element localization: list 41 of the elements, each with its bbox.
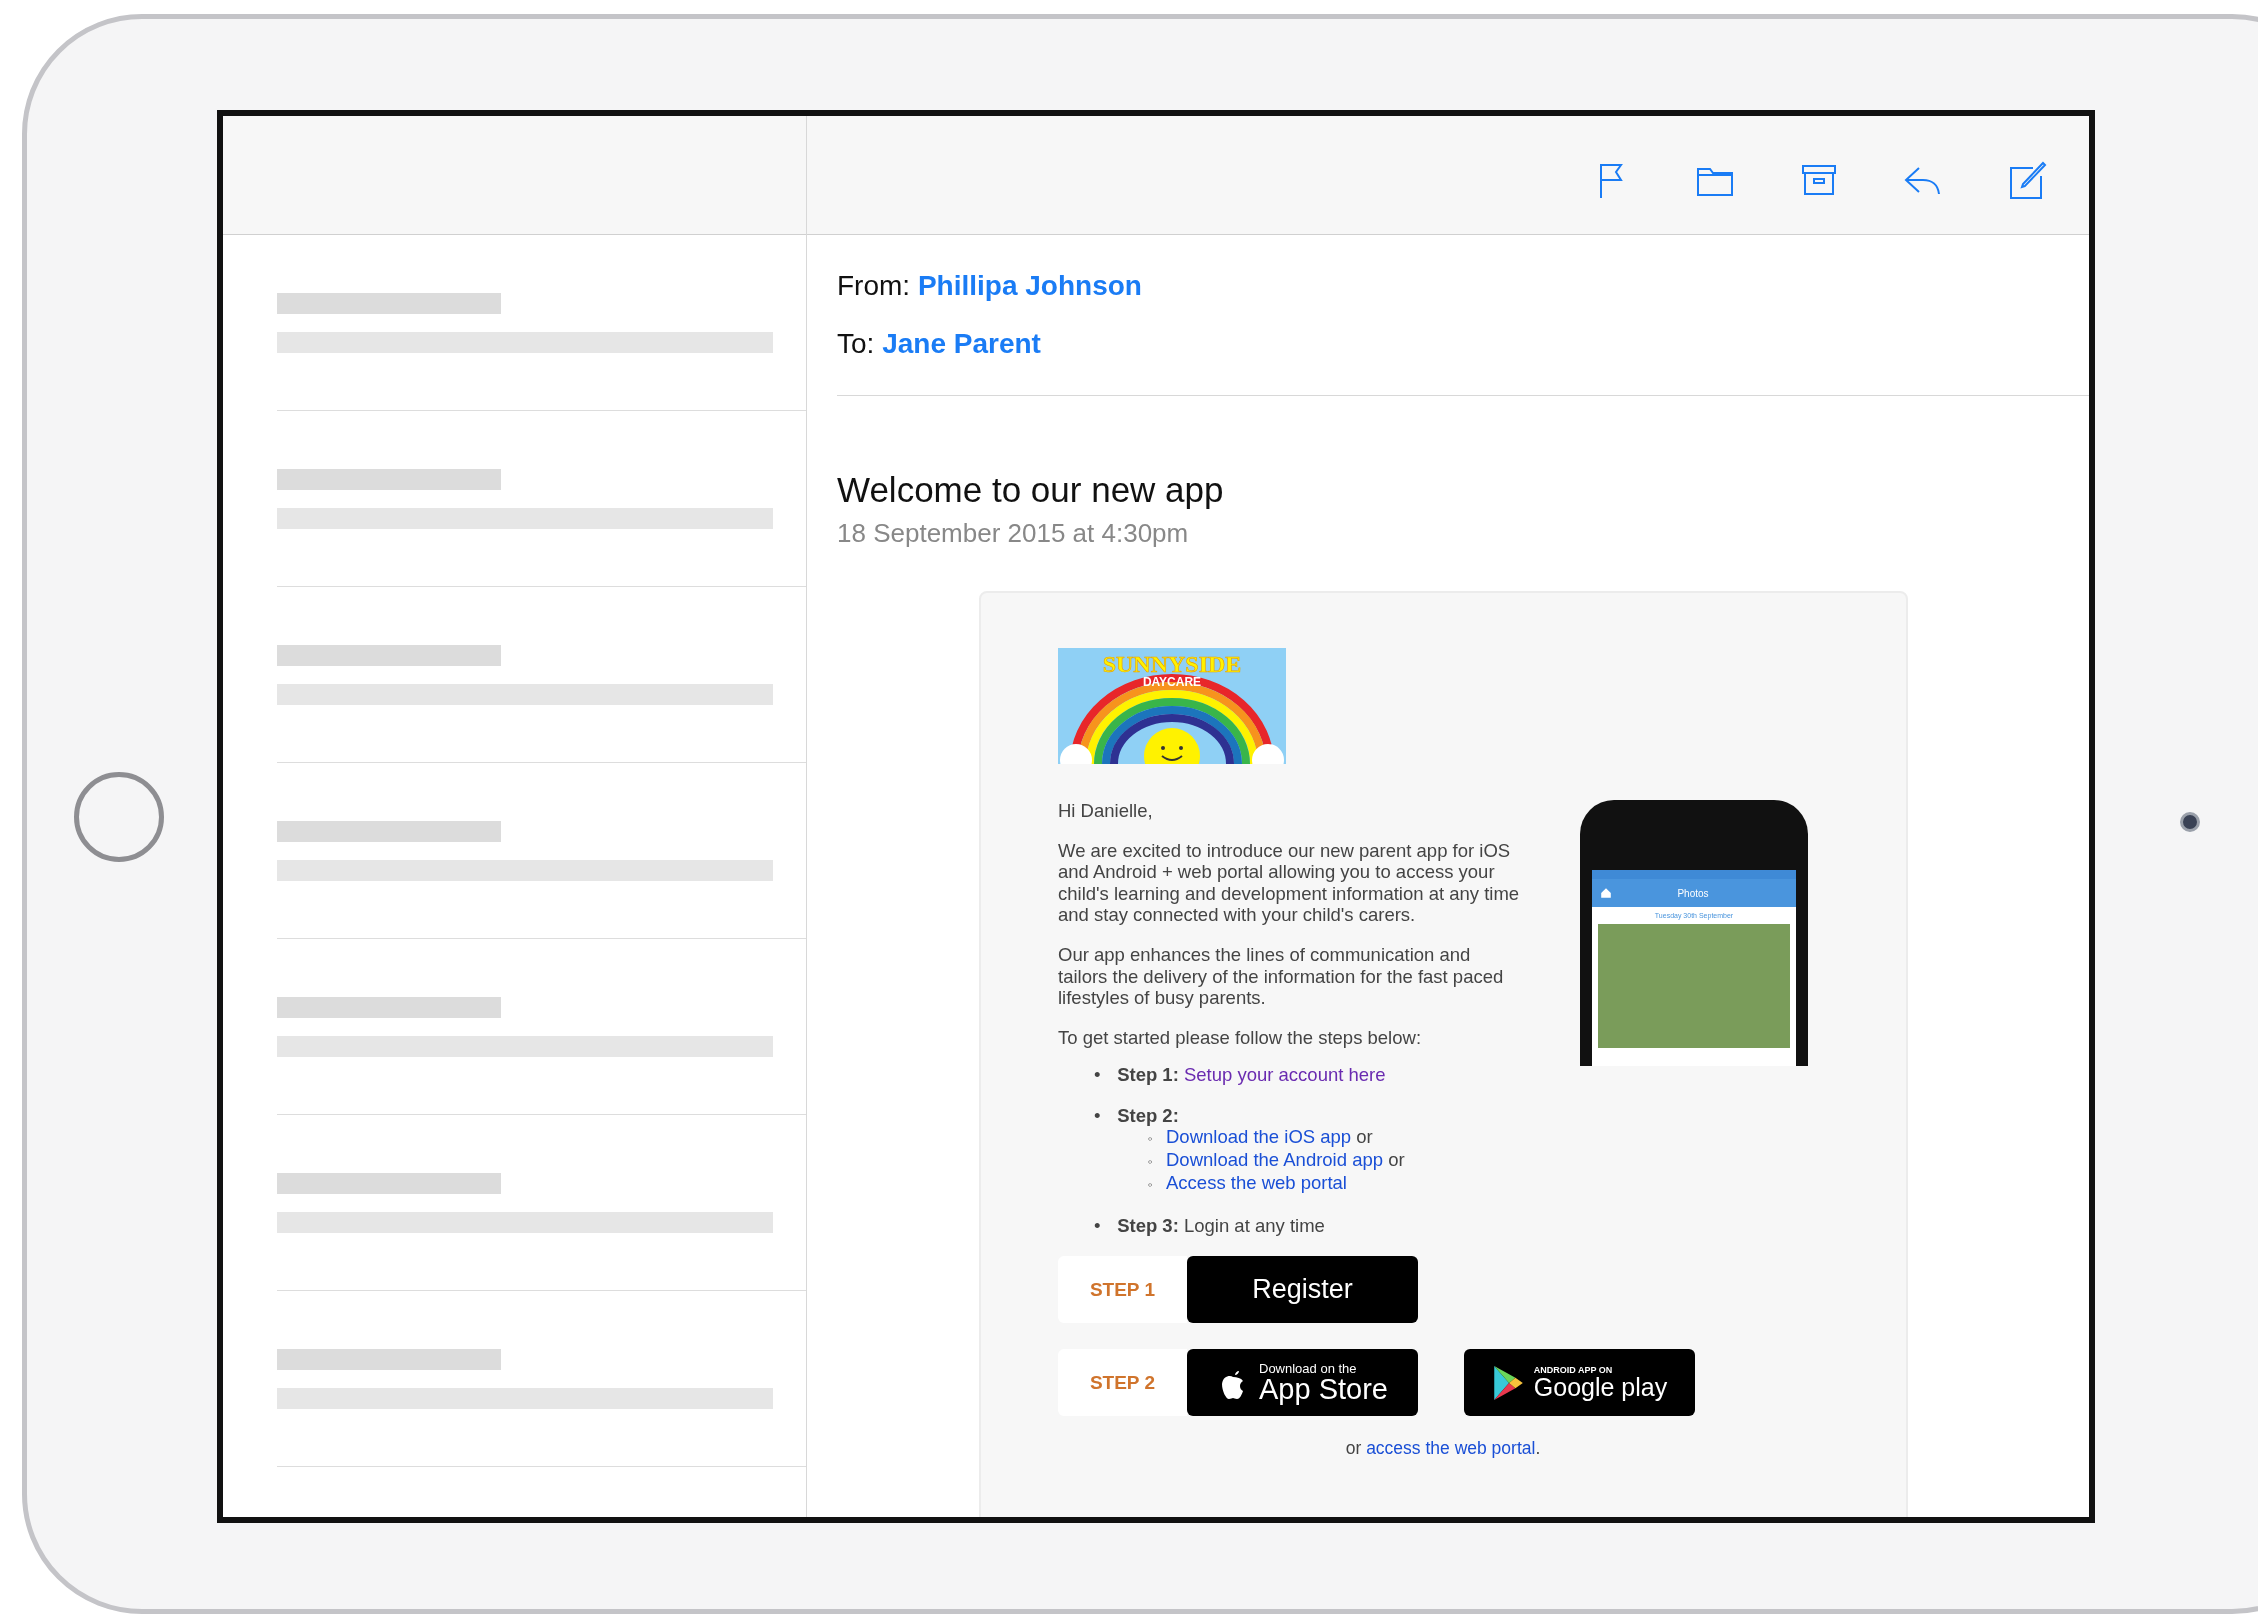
email-date: 18 September 2015 at 4:30pm: [837, 518, 1190, 549]
step-tag: STEP 2: [1058, 1349, 1187, 1417]
to-label: To:: [837, 328, 875, 359]
play-triangle-icon: [1491, 1364, 1524, 1401]
bullet: ◦: [1148, 1153, 1154, 1172]
portal-prefix: or: [1345, 1438, 1362, 1459]
register-button[interactable]: Register: [1187, 1256, 1418, 1324]
download-link[interactable]: Download the Android app: [1166, 1149, 1384, 1171]
bullet: •: [1094, 1064, 1102, 1086]
step-label: Step 3:: [1117, 1215, 1179, 1237]
web-portal-link[interactable]: access the web portal: [1366, 1438, 1536, 1459]
home-icon: [1600, 887, 1612, 899]
step-tag: STEP 1: [1058, 1256, 1187, 1324]
download-link[interactable]: Download the iOS app: [1166, 1126, 1352, 1148]
body-paragraph: To get started please follow the steps below:: [1058, 1026, 1423, 1049]
app-screen-title: Photos: [1676, 887, 1710, 899]
bullet: ◦: [1148, 1176, 1154, 1195]
step-label: Step 1:: [1117, 1064, 1179, 1086]
step-text: Login at any time: [1183, 1215, 1325, 1237]
body-paragraph: Our app enhances the lines of communication and tailors the delivery of the information for the fast paced lifestyles of busy parents.: [1058, 943, 1505, 1009]
from-label: From:: [837, 270, 911, 301]
bullet: •: [1094, 1215, 1102, 1237]
download-link[interactable]: Access the web portal: [1166, 1172, 1347, 1194]
compose-icon[interactable]: [2007, 160, 2047, 200]
greeting: Hi Danielle,: [1058, 800, 1154, 822]
google-play-badge[interactable]: ANDROID APP ON Google play: [1464, 1349, 1695, 1417]
option-separator: or: [1356, 1126, 1373, 1148]
email-subject: Welcome to our new app: [837, 470, 1225, 510]
step-label: Step 2:: [1117, 1105, 1179, 1127]
home-button[interactable]: [74, 772, 164, 862]
camera-dot: [2180, 812, 2200, 832]
portal-suffix: .: [1535, 1438, 1541, 1459]
app-store-badge[interactable]: Download on the App Store: [1187, 1349, 1418, 1417]
bullet: ◦: [1148, 1130, 1154, 1149]
daycare-logo: SUNNYSIDE DAYCARE: [1058, 648, 1286, 764]
sender-name[interactable]: Phillipa Johnson: [917, 270, 1142, 301]
bullet: •: [1094, 1105, 1102, 1127]
body-paragraph: We are excited to introduce our new parent app for iOS and Android + web portal allowing you to access your child's learning and development information at any time and stay connected with your child's carers.: [1058, 839, 1520, 926]
option-separator: or: [1388, 1149, 1405, 1171]
recipient-name[interactable]: Jane Parent: [882, 328, 1041, 359]
account-setup-link[interactable]: Setup your account here: [1183, 1064, 1386, 1086]
